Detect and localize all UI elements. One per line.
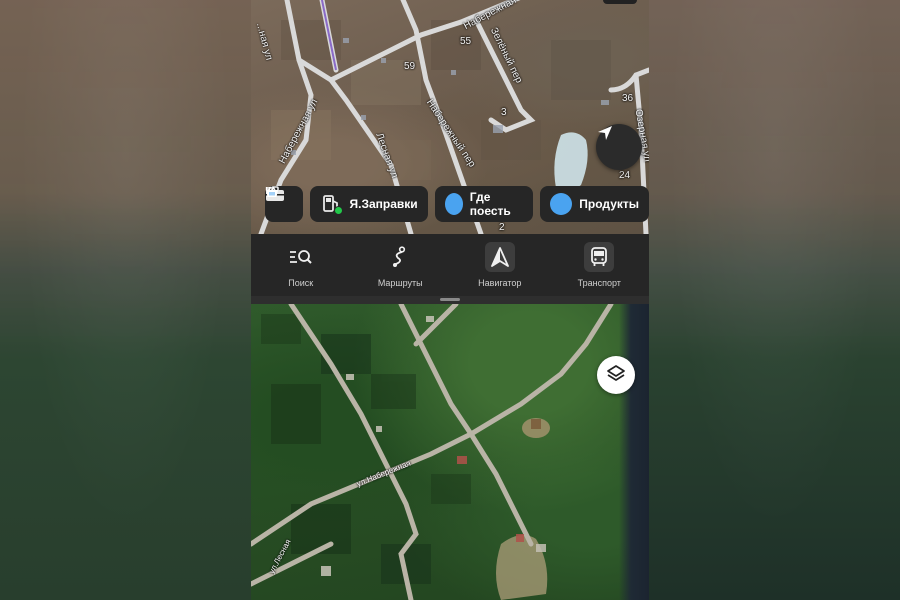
- lake-edge: [619, 304, 649, 600]
- chip-food-label: Где поесть: [469, 190, 511, 218]
- pond: [554, 132, 588, 191]
- top-satellite-map[interactable]: Набережная ...ная ул Набережная ул Лесна…: [251, 0, 649, 234]
- bottom-map-roads: [251, 304, 614, 600]
- phone-screen: Набережная ...ная ул Набережная ул Лесна…: [251, 0, 649, 600]
- split-divider[interactable]: [251, 296, 649, 304]
- bottom-tab-bar: Поиск Маршруты Навигатор Транспорт: [251, 234, 649, 296]
- fuel-pump-icon: [320, 193, 344, 215]
- house-number: 59: [404, 61, 416, 72]
- bus-icon: [584, 242, 615, 272]
- search-list-icon: [286, 242, 316, 272]
- house-number: 36: [622, 93, 634, 104]
- house-number: 2: [499, 222, 505, 233]
- tab-routes[interactable]: Маршруты: [351, 234, 451, 296]
- house-number: 55: [460, 36, 472, 47]
- house-number: 3: [501, 107, 507, 118]
- layers-icon: [606, 363, 626, 388]
- my-location-button[interactable]: [596, 124, 642, 170]
- basket-icon: [266, 186, 573, 215]
- tab-routes-label: Маршруты: [377, 278, 423, 288]
- tab-navigator-label: Навигатор: [478, 278, 522, 288]
- blurred-backdrop-left: [0, 0, 251, 600]
- chip-groceries[interactable]: Продукты: [266, 186, 649, 222]
- chip-fuel-label: Я.Заправки: [349, 197, 418, 211]
- chip-food[interactable]: Где поесть: [265, 186, 534, 222]
- top-right-control[interactable]: [603, 0, 637, 4]
- map-layers-button[interactable]: [597, 356, 635, 394]
- navigator-arrow-icon: [484, 242, 515, 272]
- tab-transport-label: Транспорт: [577, 278, 621, 288]
- tab-search[interactable]: Поиск: [251, 234, 351, 296]
- blurred-backdrop-right: [649, 0, 900, 600]
- route-icon: [385, 242, 415, 272]
- tab-navigator[interactable]: Навигатор: [450, 234, 550, 296]
- house-number: 24: [619, 170, 631, 181]
- chip-groceries-label: Продукты: [579, 197, 639, 211]
- fork-knife-icon: [265, 186, 463, 215]
- chip-fuel[interactable]: Я.Заправки: [310, 186, 428, 222]
- tab-search-label: Поиск: [288, 278, 314, 288]
- bottom-satellite-map[interactable]: ул.Набережная ул.Лесная: [251, 304, 649, 600]
- split-drag-handle[interactable]: [440, 298, 460, 301]
- quick-chips-row: Я.Заправки Где поесть Продукты: [265, 186, 649, 222]
- tab-transport[interactable]: Транспорт: [550, 234, 650, 296]
